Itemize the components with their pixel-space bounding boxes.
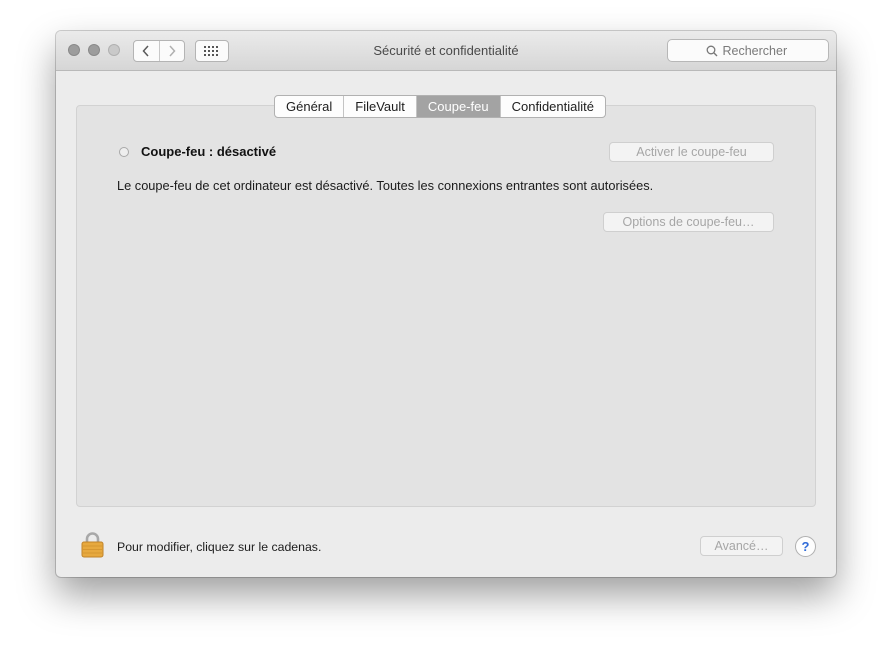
- help-button[interactable]: ?: [795, 536, 816, 557]
- lock-instruction: Pour modifier, cliquez sur le cadenas.: [117, 540, 322, 554]
- tab-bar: Général FileVault Coupe-feu Confidential…: [274, 95, 606, 118]
- lock-icon: [81, 532, 104, 558]
- advanced-button[interactable]: Avancé…: [700, 536, 783, 556]
- lock-button[interactable]: [81, 531, 104, 558]
- preferences-window: Sécurité et confidentialité Général File…: [56, 31, 836, 577]
- tab-filevault[interactable]: FileVault: [343, 96, 416, 117]
- firewall-options-button[interactable]: Options de coupe-feu…: [603, 212, 774, 232]
- search-input[interactable]: [722, 43, 791, 58]
- firewall-status: Coupe-feu : désactivé: [119, 144, 276, 159]
- tab-firewall[interactable]: Coupe-feu: [415, 96, 500, 117]
- firewall-status-label: Coupe-feu : désactivé: [141, 144, 277, 159]
- title-bar: Sécurité et confidentialité: [56, 31, 836, 71]
- activate-firewall-button[interactable]: Activer le coupe-feu: [609, 142, 774, 162]
- status-indicator-icon: [119, 146, 129, 157]
- content-panel: [76, 105, 816, 507]
- tab-general[interactable]: Général: [275, 96, 343, 117]
- search-icon: [706, 45, 717, 56]
- firewall-description: Le coupe-feu de cet ordinateur est désac…: [117, 178, 654, 193]
- search-field[interactable]: [667, 39, 829, 62]
- tab-privacy[interactable]: Confidentialité: [499, 96, 605, 117]
